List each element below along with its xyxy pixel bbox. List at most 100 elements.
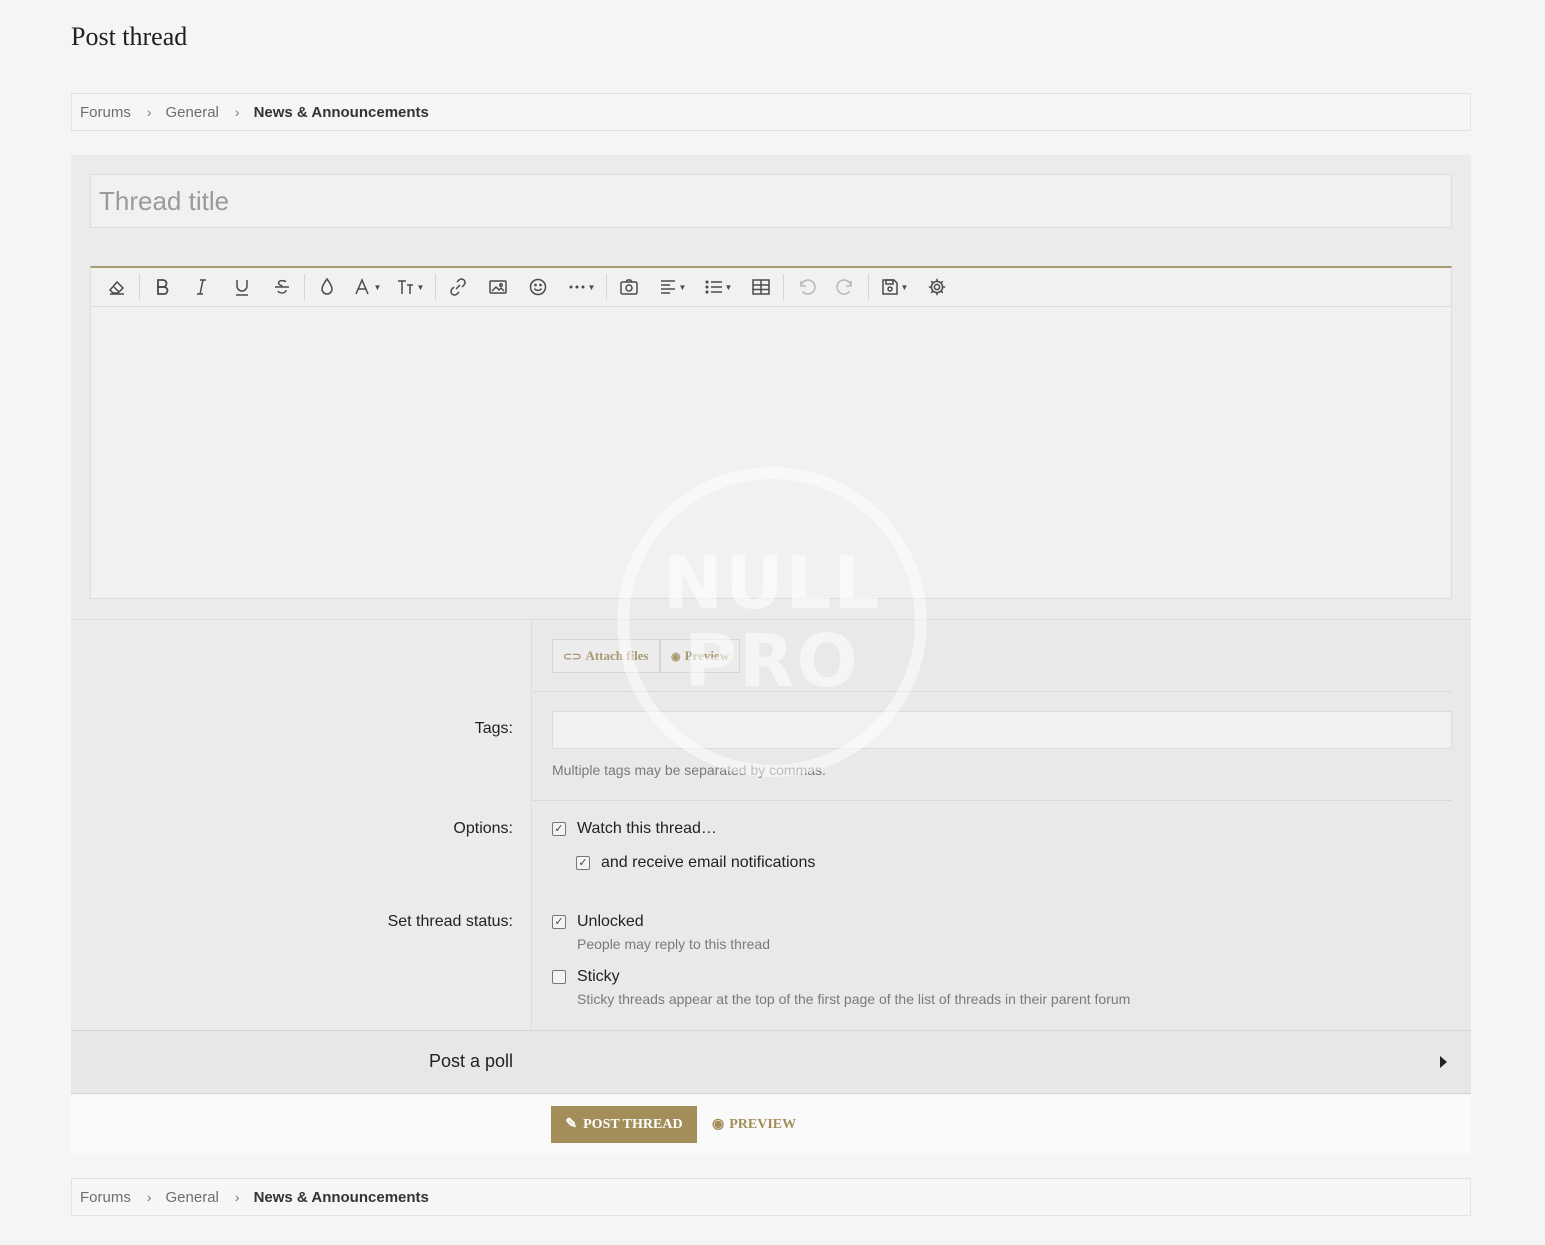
redo-icon [836, 279, 852, 295]
thread-title-input[interactable] [90, 174, 1452, 228]
attach-preview-button[interactable]: ◉ Preview [660, 639, 741, 673]
page-title: Post thread [71, 22, 188, 51]
chevron-right-icon: › [234, 1189, 240, 1205]
more-options-button[interactable]: ▼ [558, 270, 604, 304]
sticky-checkbox[interactable] [552, 970, 566, 984]
tags-label: Tags: [474, 720, 513, 737]
unlocked-label: Unlocked [577, 913, 644, 930]
chevron-right-icon: › [234, 104, 240, 120]
text-size-icon [397, 280, 413, 294]
toolbar-divider [868, 274, 869, 300]
attach-preview-label: Preview [684, 648, 730, 663]
editor-block: ▼ ▼ ▼ ▼ ▼ [71, 155, 1471, 620]
sticky-hint: Sticky threads appear at the top of the … [577, 991, 1131, 1007]
insert-image-button[interactable] [478, 270, 518, 304]
underline-button[interactable] [222, 270, 262, 304]
link-icon [450, 278, 466, 296]
chevron-right-icon: › [146, 104, 152, 120]
list-button[interactable]: ▼ [695, 270, 741, 304]
breadcrumb-item-general[interactable]: General [166, 104, 219, 121]
attach-files-button[interactable]: ⊂⊃ Attach files [552, 639, 660, 673]
unlocked-checkbox[interactable]: ✓ [552, 915, 566, 929]
toggle-bbcode-button[interactable] [917, 270, 957, 304]
caret-right-icon [1440, 1056, 1447, 1068]
post-thread-button[interactable]: ✎ POST THREAD [551, 1106, 697, 1143]
paperclip-icon: ⊂⊃ [563, 650, 582, 663]
email-notifications-option[interactable]: ✓ and receive email notifications [576, 854, 815, 872]
breadcrumb-item-general[interactable]: General [166, 1189, 219, 1206]
strikethrough-button[interactable] [262, 270, 302, 304]
breadcrumb-item-forums[interactable]: Forums [80, 1189, 131, 1206]
strikethrough-icon [275, 279, 289, 294]
watch-thread-checkbox[interactable]: ✓ [552, 822, 566, 836]
list-icon [704, 280, 722, 294]
table-icon [752, 279, 770, 295]
eye-icon: ◉ [712, 1117, 725, 1132]
smilies-button[interactable] [518, 270, 558, 304]
undo-icon [800, 279, 816, 295]
caret-down-icon: ▼ [724, 282, 733, 292]
section-divider [533, 691, 1452, 692]
gear-icon [928, 278, 946, 296]
font-family-button[interactable]: ▼ [347, 270, 387, 304]
caret-down-icon: ▼ [416, 282, 425, 292]
email-notifications-label: and receive email notifications [601, 854, 816, 871]
italic-icon [197, 279, 206, 295]
email-notifications-checkbox[interactable]: ✓ [576, 856, 590, 870]
redo-button[interactable] [826, 270, 866, 304]
insert-table-button[interactable] [741, 270, 781, 304]
form-inputs-column: ⊂⊃ Attach files ◉ Preview Multiple tags … [533, 620, 1471, 1030]
insert-media-button[interactable] [609, 270, 649, 304]
save-icon [881, 279, 898, 295]
breadcrumb: Forums › General › News & Announcements [71, 93, 1471, 131]
caret-down-icon: ▼ [587, 282, 596, 292]
breadcrumb-bottom: Forums › General › News & Announcements [71, 1178, 1471, 1216]
submit-row: ✎ POST THREAD ◉ PREVIEW [71, 1095, 1471, 1155]
undo-button[interactable] [786, 270, 826, 304]
sticky-option[interactable]: Sticky [552, 968, 620, 986]
post-poll-toggle[interactable]: Post a poll [71, 1030, 1471, 1094]
options-label: Options: [453, 820, 513, 837]
toolbar-divider [606, 274, 607, 300]
preview-label: PREVIEW [729, 1116, 797, 1132]
toolbar-divider [304, 274, 305, 300]
preview-button[interactable]: ◉ PREVIEW [712, 1106, 796, 1143]
watch-thread-option[interactable]: ✓ Watch this thread… [552, 820, 717, 838]
insert-link-button[interactable] [438, 270, 478, 304]
watch-thread-label: Watch this thread… [577, 820, 717, 837]
pencil-icon: ✎ [565, 1117, 578, 1132]
toolbar-divider [435, 274, 436, 300]
unlocked-option[interactable]: ✓ Unlocked [552, 913, 644, 931]
bold-button[interactable] [142, 270, 182, 304]
remove-format-button[interactable] [97, 270, 137, 304]
align-button[interactable]: ▼ [649, 270, 695, 304]
bold-icon [157, 279, 169, 295]
image-icon [489, 280, 507, 294]
breadcrumb-item-news[interactable]: News & Announcements [254, 104, 429, 121]
section-divider [533, 800, 1452, 801]
smiley-icon [529, 278, 547, 296]
message-editor[interactable] [90, 307, 1452, 599]
tags-hint: Multiple tags may be separated by commas… [552, 762, 826, 778]
drafts-button[interactable]: ▼ [871, 270, 917, 304]
text-color-button[interactable] [307, 270, 347, 304]
italic-button[interactable] [182, 270, 222, 304]
toolbar-divider [783, 274, 784, 300]
post-thread-label: POST THREAD [583, 1116, 683, 1132]
font-size-button[interactable]: ▼ [387, 270, 433, 304]
eye-icon: ◉ [671, 650, 681, 663]
underline-icon [236, 280, 248, 296]
caret-down-icon: ▼ [678, 282, 687, 292]
thread-options-form: Tags: Options: Set thread status: ⊂⊃ Att… [71, 619, 1471, 1030]
chevron-right-icon: › [146, 1189, 152, 1205]
breadcrumb-item-forums[interactable]: Forums [80, 104, 131, 121]
align-left-icon [660, 280, 675, 294]
thread-status-label: Set thread status: [387, 913, 513, 930]
post-poll-label: Post a poll [428, 1051, 513, 1071]
attach-files-label: Attach files [585, 648, 649, 663]
breadcrumb-item-news[interactable]: News & Announcements [254, 1189, 429, 1206]
tags-input[interactable] [552, 711, 1452, 749]
droplet-icon [321, 277, 333, 295]
caret-down-icon: ▼ [900, 282, 909, 292]
toolbar-divider [139, 274, 140, 300]
